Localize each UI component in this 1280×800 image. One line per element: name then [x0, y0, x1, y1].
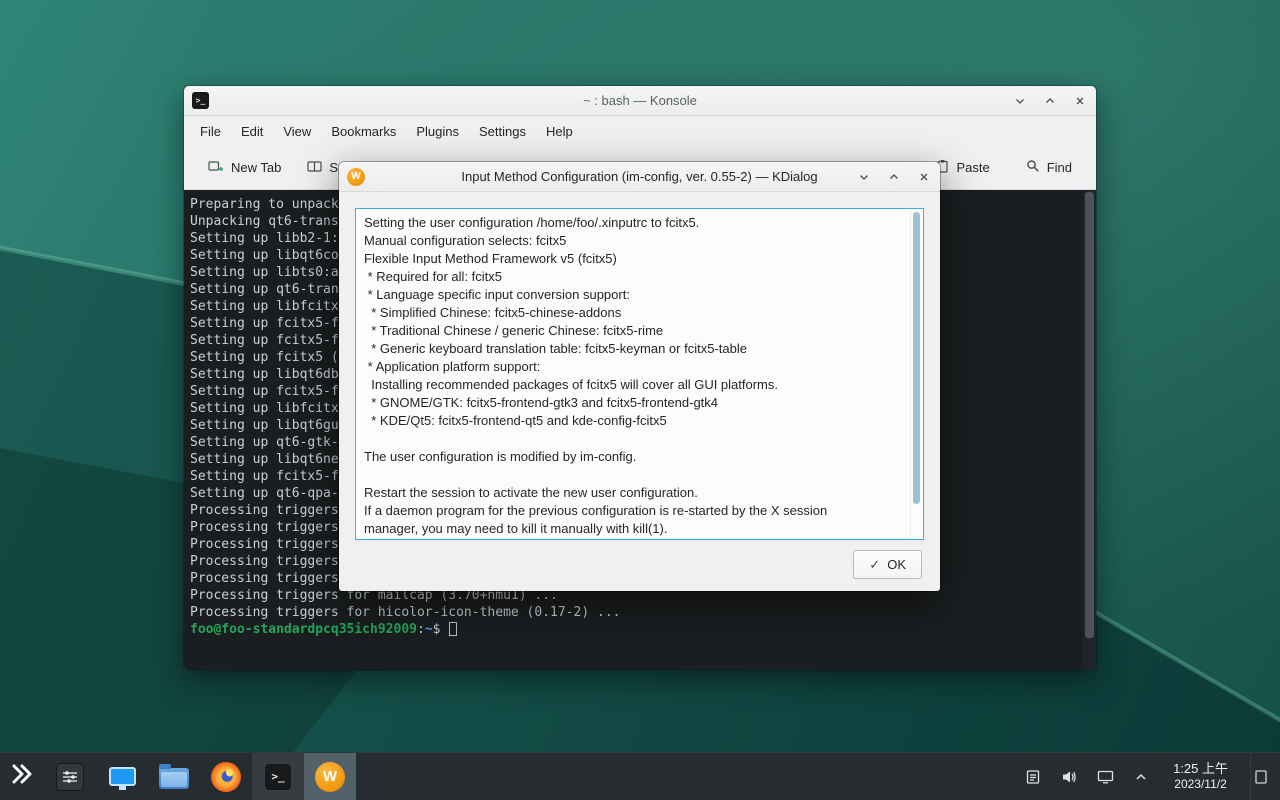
firefox-icon	[211, 762, 241, 792]
dialog-line: * Language specific input conversion sup…	[364, 286, 901, 304]
maximize-icon[interactable]	[1042, 93, 1058, 109]
dialog-close-icon[interactable]	[916, 169, 932, 185]
dialog-line: * Required for all: fcitx5	[364, 268, 901, 286]
folder-icon	[159, 768, 189, 789]
menu-file[interactable]: File	[190, 120, 231, 143]
display-tray-icon[interactable]	[1095, 767, 1115, 787]
find-label: Find	[1047, 160, 1072, 175]
dialog-line: manager, you may need to kill it manuall…	[364, 520, 901, 538]
tray-expand-icon[interactable]	[1131, 767, 1151, 787]
dialog-titlebar[interactable]: W Input Method Configuration (im-config,…	[339, 162, 940, 192]
menu-settings[interactable]: Settings	[469, 120, 536, 143]
dialog-line: Manual configuration selects: fcitx5	[364, 232, 901, 250]
konsole-menubar: File Edit View Bookmarks Plugins Setting…	[184, 116, 1096, 146]
terminal-scrollbar-thumb[interactable]	[1085, 192, 1094, 638]
prompt-colon: :	[417, 622, 425, 637]
im-config-task-icon: W	[315, 762, 345, 792]
taskbar-item-files[interactable]	[148, 753, 200, 800]
find-button[interactable]: Find	[1018, 153, 1080, 182]
dialog-line: Installing recommended packages of fcitx…	[364, 376, 901, 394]
terminal-scrollbar[interactable]	[1083, 190, 1096, 670]
plasma-launcher-icon	[9, 761, 35, 792]
find-icon	[1026, 159, 1040, 176]
dialog-line: Setting the user configuration /home/foo…	[364, 214, 901, 232]
show-desktop-button[interactable]	[1250, 753, 1270, 800]
new-tab-icon	[208, 160, 224, 176]
menu-help[interactable]: Help	[536, 120, 583, 143]
dialog-line: See im-config(8) and /usr/share/doc/im-c…	[364, 538, 901, 540]
dialog-maximize-icon[interactable]	[886, 169, 902, 185]
dialog-line: * KDE/Qt5: fcitx5-frontend-qt5 and kde-c…	[364, 412, 901, 430]
system-tray: 1:25 上午 2023/11/2	[1023, 753, 1280, 800]
dialog-line: Flexible Input Method Framework v5 (fcit…	[364, 250, 901, 268]
split-view-icon	[307, 160, 322, 176]
dialog-line	[364, 466, 901, 484]
taskbar-task-konsole[interactable]: >_	[252, 753, 304, 800]
dialog-line: * Traditional Chinese / generic Chinese:…	[364, 322, 901, 340]
taskbar-panel: >_ W 1:25 上午 2023/11/2	[0, 752, 1280, 800]
terminal-cursor	[449, 622, 457, 636]
prompt-path: ~	[425, 622, 433, 637]
desktop: >_ ~ : bash — Konsole File Edit View Boo…	[0, 0, 1280, 800]
menu-plugins[interactable]: Plugins	[406, 120, 469, 143]
dialog-scrollbar-thumb[interactable]	[913, 212, 920, 504]
taskbar-item-display[interactable]	[96, 753, 148, 800]
im-config-app-icon: W	[347, 168, 365, 186]
menu-bookmarks[interactable]: Bookmarks	[321, 120, 406, 143]
dialog-minimize-icon[interactable]	[856, 169, 872, 185]
checkmark-icon: ✓	[869, 557, 880, 573]
im-config-dialog: W Input Method Configuration (im-config,…	[339, 162, 940, 591]
minimize-icon[interactable]	[1012, 93, 1028, 109]
dialog-line: * GNOME/GTK: fcitx5-frontend-gtk3 and fc…	[364, 394, 901, 412]
konsole-titlebar[interactable]: >_ ~ : bash — Konsole	[184, 86, 1096, 116]
new-tab-label: New Tab	[231, 160, 281, 175]
new-tab-button[interactable]: New Tab	[200, 154, 289, 182]
dialog-scrollbar[interactable]	[910, 210, 922, 538]
dialog-line	[364, 430, 901, 448]
prompt-dollar: $	[433, 622, 441, 637]
konsole-icon: >_	[264, 763, 292, 791]
dialog-message-area[interactable]: Setting the user configuration /home/foo…	[355, 208, 924, 540]
konsole-app-icon: >_	[192, 92, 209, 109]
clock-date: 2023/11/2	[1173, 777, 1228, 792]
paste-label: Paste	[956, 160, 989, 175]
clock-time: 1:25 上午	[1173, 761, 1228, 777]
sliders-icon	[56, 763, 84, 791]
volume-icon[interactable]	[1059, 767, 1079, 787]
clipboard-tray-icon[interactable]	[1023, 767, 1043, 787]
menu-view[interactable]: View	[273, 120, 321, 143]
dialog-line: * Application platform support:	[364, 358, 901, 376]
taskbar-task-kdialog[interactable]: W	[304, 753, 356, 800]
terminal-prompt: foo@foo-standardpcq35ich92009:~$	[190, 621, 1080, 638]
taskbar-item-tweaks[interactable]	[44, 753, 96, 800]
close-icon[interactable]	[1072, 93, 1088, 109]
ok-button-label: OK	[887, 557, 906, 572]
dialog-line: Restart the session to activate the new …	[364, 484, 901, 502]
dialog-message-text: Setting the user configuration /home/foo…	[356, 209, 923, 540]
prompt-user-host: foo@foo-standardpcq35ich92009	[190, 622, 417, 637]
dialog-line: * Generic keyboard translation table: fc…	[364, 340, 901, 358]
dialog-line: The user configuration is modified by im…	[364, 448, 901, 466]
display-app-icon	[109, 767, 136, 786]
konsole-window-title: ~ : bash — Konsole	[184, 93, 1096, 108]
terminal-line: Processing triggers for hicolor-icon-the…	[190, 604, 1080, 621]
menu-edit[interactable]: Edit	[231, 120, 273, 143]
dialog-line: If a daemon program for the previous con…	[364, 502, 901, 520]
dialog-title: Input Method Configuration (im-config, v…	[339, 169, 940, 184]
ok-button[interactable]: ✓ OK	[853, 550, 922, 579]
clock[interactable]: 1:25 上午 2023/11/2	[1167, 761, 1234, 792]
dialog-line: * Simplified Chinese: fcitx5-chinese-add…	[364, 304, 901, 322]
taskbar-item-firefox[interactable]	[200, 753, 252, 800]
app-launcher-button[interactable]	[0, 753, 44, 800]
